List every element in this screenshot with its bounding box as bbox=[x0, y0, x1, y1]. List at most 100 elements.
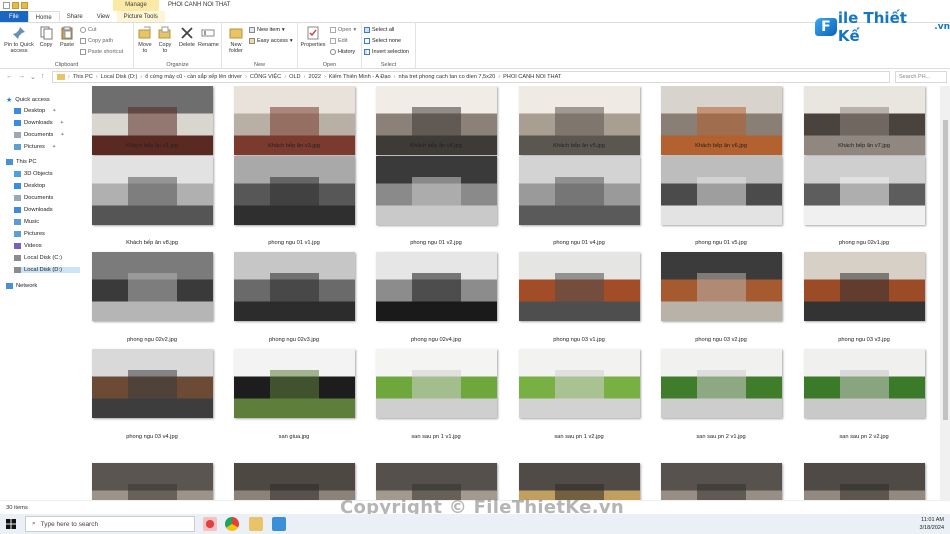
file-thumbnail[interactable] bbox=[92, 252, 213, 321]
edit-button[interactable]: Edit bbox=[330, 38, 347, 44]
paste-shortcut-button[interactable]: Paste shortcut bbox=[80, 49, 123, 55]
invert-selection-button[interactable]: Invert selection bbox=[364, 49, 409, 55]
file-thumbnail[interactable] bbox=[661, 463, 782, 500]
file-name[interactable]: phong ngu 03 v4.jpg bbox=[84, 434, 222, 440]
nav-downloads[interactable]: Downloads ✦ bbox=[14, 120, 64, 126]
nav-downloads-pc[interactable]: Downloads bbox=[14, 207, 53, 213]
paste-button[interactable]: Paste bbox=[58, 26, 76, 48]
file-thumbnail[interactable] bbox=[804, 252, 925, 321]
chrome-icon[interactable] bbox=[225, 517, 239, 531]
file-thumbnail[interactable] bbox=[519, 463, 640, 500]
recent-locations-icon[interactable]: ⌄ bbox=[30, 73, 36, 81]
file-name[interactable]: Khách bếp ăn v7.jpg bbox=[794, 143, 934, 149]
nav-documents-pc[interactable]: Documents bbox=[14, 195, 53, 201]
file-name[interactable]: phong ngu 01 v2.jpg bbox=[366, 240, 506, 246]
nav-desktop[interactable]: Desktop ✦ bbox=[14, 108, 56, 114]
tab-view[interactable]: View bbox=[90, 11, 117, 22]
breadcrumb-segment[interactable]: This PC bbox=[73, 74, 93, 80]
properties-icon[interactable] bbox=[3, 2, 10, 9]
move-to-button[interactable]: Move to bbox=[136, 26, 154, 54]
file-thumbnail[interactable] bbox=[92, 156, 213, 225]
system-clock[interactable]: 11:01 AM 3/18/2024 bbox=[920, 516, 944, 532]
file-thumbnail[interactable] bbox=[661, 156, 782, 225]
easy-access-button[interactable]: Easy access ▾ bbox=[249, 38, 293, 44]
new-item-button[interactable]: New item ▾ bbox=[249, 27, 285, 33]
breadcrumb-segment[interactable]: CÔNG VIỆC bbox=[250, 74, 281, 80]
copy-path-button[interactable]: Copy path bbox=[80, 38, 113, 44]
file-name[interactable]: phong ngu 03 v3.jpg bbox=[794, 337, 934, 343]
nav-local-disk-c[interactable]: Local Disk (C:) bbox=[14, 255, 62, 261]
breadcrumb-segment[interactable]: Kiểm Thiên Minh - A Đạo bbox=[329, 74, 391, 80]
open-button[interactable]: Open ▾ bbox=[330, 27, 356, 33]
breadcrumb-segment[interactable]: Local Disk (D:) bbox=[101, 74, 138, 80]
file-name[interactable]: san sau pn 1 v1.jpg bbox=[366, 434, 506, 440]
file-name[interactable]: Khách bếp ăn v8.jpg bbox=[84, 240, 222, 246]
back-icon[interactable]: ← bbox=[6, 73, 13, 81]
breadcrumb-segment[interactable]: OLD bbox=[289, 74, 301, 80]
new-folder-button[interactable]: New folder bbox=[226, 26, 246, 54]
tab-file[interactable]: File bbox=[0, 11, 28, 22]
file-name[interactable]: san sau pn 2 v1.jpg bbox=[651, 434, 791, 440]
file-thumbnail[interactable] bbox=[519, 349, 640, 418]
scrollbar-thumb[interactable] bbox=[943, 120, 948, 420]
cut-button[interactable]: Cut bbox=[80, 27, 97, 33]
nav-desktop-pc[interactable]: Desktop bbox=[14, 183, 45, 189]
up-icon[interactable]: ↑ bbox=[41, 73, 45, 81]
select-all-button[interactable]: Select all bbox=[364, 27, 394, 33]
breadcrumb[interactable]: › This PC › Local Disk (D:) › ổ cứng máy… bbox=[52, 71, 890, 83]
delete-button[interactable]: Delete bbox=[178, 26, 196, 48]
manage-tab[interactable]: Manage bbox=[113, 0, 159, 11]
file-name[interactable]: phong ngu 02v3.jpg bbox=[224, 337, 364, 343]
file-name[interactable]: Khách bếp ăn v3.jpg bbox=[224, 143, 364, 149]
rename-button[interactable]: Rename bbox=[198, 26, 219, 48]
file-name[interactable]: Khách bếp ăn v5.jpg bbox=[509, 143, 649, 149]
file-name[interactable]: phong ngu 01 v1.jpg bbox=[224, 240, 364, 246]
select-none-button[interactable]: Select none bbox=[364, 38, 401, 44]
history-button[interactable]: History bbox=[330, 49, 355, 55]
file-name[interactable]: phong ngu 02v4.jpg bbox=[366, 337, 506, 343]
file-thumbnail[interactable] bbox=[376, 156, 497, 225]
nav-music[interactable]: Music bbox=[14, 219, 39, 225]
nav-this-pc[interactable]: This PC bbox=[6, 159, 37, 165]
copy-button[interactable]: Copy bbox=[38, 26, 54, 48]
nav-quick-access[interactable]: ★ Quick access bbox=[6, 96, 50, 104]
new-folder-icon[interactable] bbox=[12, 2, 19, 9]
file-name[interactable]: san giua.jpg bbox=[224, 434, 364, 440]
file-name[interactable]: san sau pn 1 v2.jpg bbox=[509, 434, 649, 440]
nav-3d-objects[interactable]: 3D Objects bbox=[14, 171, 53, 177]
file-name[interactable]: Khách bếp ăn v4.jpg bbox=[366, 143, 506, 149]
tab-picture-tools[interactable]: Picture Tools bbox=[116, 11, 165, 22]
file-name[interactable]: Khách bếp ăn v1.jpg bbox=[84, 143, 222, 149]
file-thumbnail[interactable] bbox=[234, 156, 355, 225]
file-thumbnail[interactable] bbox=[661, 252, 782, 321]
file-thumbnail[interactable] bbox=[804, 463, 925, 500]
file-name[interactable]: phong ngu 02v1.jpg bbox=[794, 240, 934, 246]
breadcrumb-segment[interactable]: 2022 bbox=[308, 74, 320, 80]
properties-button[interactable]: Properties bbox=[299, 26, 327, 48]
app-icon[interactable] bbox=[203, 517, 217, 531]
folder-icon[interactable] bbox=[21, 2, 28, 9]
tab-share[interactable]: Share bbox=[60, 11, 90, 22]
file-name[interactable]: phong ngu 02v2.jpg bbox=[84, 337, 222, 343]
nav-documents[interactable]: Documents ✦ bbox=[14, 132, 65, 138]
file-thumbnail[interactable] bbox=[804, 156, 925, 225]
file-thumbnail[interactable] bbox=[92, 349, 213, 418]
file-thumbnail[interactable] bbox=[661, 349, 782, 418]
file-name[interactable]: Khách bếp ăn v6.jpg bbox=[651, 143, 791, 149]
quick-access-toolbar[interactable] bbox=[0, 2, 28, 9]
pin-to-quick-access-button[interactable]: Pin to Quick access bbox=[3, 26, 35, 54]
nav-local-disk-d[interactable]: Local Disk (D:) bbox=[14, 267, 80, 273]
file-name[interactable]: phong ngu 01 v4.jpg bbox=[509, 240, 649, 246]
search-input[interactable]: Search PH... bbox=[895, 71, 947, 83]
file-thumbnail[interactable] bbox=[92, 463, 213, 500]
app-icon[interactable] bbox=[272, 517, 286, 531]
nav-videos[interactable]: Videos bbox=[14, 243, 42, 249]
file-thumbnail[interactable] bbox=[376, 349, 497, 418]
file-explorer-icon[interactable] bbox=[249, 517, 263, 531]
taskbar-search-input[interactable]: ⌕ Type here to search bbox=[25, 516, 195, 532]
file-thumbnail[interactable] bbox=[234, 463, 355, 500]
file-thumbnail[interactable] bbox=[376, 252, 497, 321]
file-name[interactable]: phong ngu 03 v1.jpg bbox=[509, 337, 649, 343]
nav-pictures-pc[interactable]: Pictures bbox=[14, 231, 45, 237]
breadcrumb-segment[interactable]: nha tret phong cach tan co dien 7,5x20 bbox=[398, 74, 495, 80]
